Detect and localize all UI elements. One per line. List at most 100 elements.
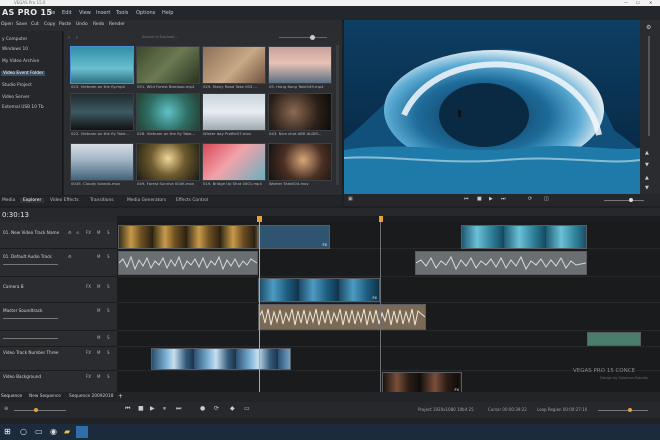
master-zoom-slider[interactable]	[598, 410, 648, 411]
volume-slider[interactable]	[604, 200, 644, 201]
open-button[interactable]: Open	[1, 22, 13, 27]
stop-icon[interactable]: ■	[477, 196, 482, 202]
master-zoom-handle[interactable]	[628, 408, 632, 412]
media-thumbnail[interactable]	[202, 93, 266, 131]
tab-media-generators[interactable]: Media Generators	[127, 198, 166, 203]
fx-button[interactable]: FX	[86, 230, 91, 235]
mute-button[interactable]: M	[97, 230, 100, 235]
video-clip[interactable]: FX	[258, 225, 330, 249]
forward-icon[interactable]: ⏭	[176, 405, 181, 413]
solo-button[interactable]: S	[107, 254, 110, 259]
track-header[interactable]: Camera B FX M S	[0, 276, 117, 303]
stop-icon[interactable]: ■	[138, 405, 144, 412]
mute-button[interactable]: M	[97, 335, 100, 340]
audio-clip[interactable]	[258, 304, 426, 330]
audio-clip[interactable]	[118, 251, 258, 275]
mute-button[interactable]: M	[97, 284, 100, 289]
thumbnail-size-slider-handle[interactable]	[310, 35, 315, 40]
tab-explorer[interactable]: Explorer	[20, 198, 45, 203]
pause-icon[interactable]: ⏸	[163, 405, 166, 413]
track-header[interactable]: Video Track Number Three FX M S	[0, 346, 117, 371]
volume-slider[interactable]	[3, 318, 58, 319]
search-icon[interactable]: ○	[20, 427, 27, 436]
mute-button[interactable]: M	[97, 350, 100, 355]
media-thumbnail[interactable]	[202, 46, 266, 84]
solo-button[interactable]: S	[107, 335, 110, 340]
track-header[interactable]: 01. New Video Track Name ⚙ ⊙ FX M S	[0, 222, 117, 249]
media-thumbnail[interactable]	[268, 46, 332, 84]
nav-forward-icon[interactable]: ›	[76, 35, 78, 41]
video-clip[interactable]: FX	[258, 278, 380, 302]
solo-button[interactable]: S	[107, 230, 110, 235]
vegas-app-icon[interactable]	[76, 426, 88, 438]
rewind-icon[interactable]: ⏮	[125, 405, 130, 413]
timeline-zoom-handle[interactable]	[34, 408, 38, 412]
solo-button[interactable]: S	[107, 374, 110, 379]
timeline-zoom-slider[interactable]	[14, 410, 66, 411]
redo-button[interactable]: Redo	[93, 22, 104, 27]
solo-button[interactable]: S	[107, 308, 110, 313]
paste-button[interactable]: Paste	[59, 22, 71, 27]
tab-media[interactable]: Media	[2, 198, 15, 203]
audio-clip[interactable]	[587, 332, 641, 346]
chevron-up-icon[interactable]: ▲	[645, 175, 649, 181]
video-clip[interactable]	[118, 225, 258, 249]
tree-item-video-event-folder[interactable]: Video Event Folder	[1, 71, 46, 76]
snap-icon[interactable]: ⊕	[4, 406, 8, 412]
media-thumbnail[interactable]	[70, 46, 134, 84]
tab-effects-control[interactable]: Effects Control	[176, 198, 208, 203]
mute-button[interactable]: M	[97, 374, 100, 379]
chevron-down-icon[interactable]: ▼	[645, 162, 649, 168]
rewind-icon[interactable]: ⏮	[464, 196, 469, 202]
undo-button[interactable]: Undo	[76, 22, 88, 27]
split-screen-icon[interactable]: ◫	[544, 196, 549, 202]
mute-button[interactable]: M	[97, 254, 100, 259]
menu-tools[interactable]: Tools	[116, 10, 128, 16]
gear-icon[interactable]: ⚙	[68, 230, 72, 235]
tab-transitions[interactable]: Transitions	[90, 198, 114, 203]
tab-sequence[interactable]: Sequence	[1, 394, 22, 399]
menu-file[interactable]: File	[47, 10, 55, 16]
preview-menu-icon[interactable]: ▣	[348, 196, 353, 202]
fx-button[interactable]: FX	[86, 284, 91, 289]
tree-item-windows[interactable]: Windows 10	[2, 47, 28, 52]
windows-start-icon[interactable]: ⊞	[4, 427, 11, 436]
track-header[interactable]: 01. Default Audio Track ⚙ M S	[0, 248, 117, 277]
cut-button[interactable]: Cut	[31, 22, 39, 27]
volume-slider[interactable]	[3, 338, 58, 339]
tree-item-studio-project[interactable]: Studio Project	[2, 83, 32, 88]
loop-icon[interactable]: ⟳	[214, 405, 219, 412]
play-icon[interactable]: ▶	[150, 405, 155, 412]
explorer-search-input[interactable]: Search in Explorer...	[142, 35, 178, 39]
video-clip[interactable]: FX	[382, 372, 462, 394]
render-button[interactable]: Render	[109, 22, 125, 27]
explorer-scrollbar[interactable]	[336, 45, 339, 185]
gear-icon[interactable]: ⚙	[68, 254, 72, 259]
tree-item-video-server[interactable]: Video Server	[2, 95, 30, 100]
solo-button[interactable]: S	[107, 284, 110, 289]
track-header[interactable]: Video Background FX M S	[0, 370, 117, 393]
video-clip[interactable]	[151, 348, 291, 370]
timeline-tracks[interactable]: FX FX FX VEGAS PRO 15 CONCE Design by Sa…	[117, 222, 660, 394]
menu-help[interactable]: Help	[162, 10, 173, 16]
audio-clip[interactable]	[415, 251, 587, 275]
media-thumbnail[interactable]	[70, 93, 134, 131]
tree-item-computer[interactable]: y Computer	[2, 37, 27, 42]
tab-new-sequence[interactable]: New Sequence	[29, 394, 61, 399]
media-thumbnail[interactable]	[268, 93, 332, 131]
nav-back-icon[interactable]: ‹	[68, 35, 70, 41]
video-clip[interactable]	[461, 225, 587, 249]
media-thumbnail[interactable]	[136, 93, 200, 131]
copy-button[interactable]: Copy	[44, 22, 55, 27]
media-thumbnail[interactable]	[136, 46, 200, 84]
chevron-down-icon[interactable]: ▼	[645, 185, 649, 191]
play-icon[interactable]: ▶	[489, 196, 493, 202]
tree-item-video-archive[interactable]: My Video Archive	[2, 59, 39, 64]
media-thumbnail[interactable]	[202, 143, 266, 181]
lock-icon[interactable]: ⊙	[76, 230, 79, 235]
region-icon[interactable]: ▭	[244, 405, 250, 412]
fx-button[interactable]: FX	[86, 350, 91, 355]
record-icon[interactable]: ●	[200, 405, 205, 412]
video-preview[interactable]	[344, 20, 640, 194]
fx-button[interactable]: FX	[86, 374, 91, 379]
